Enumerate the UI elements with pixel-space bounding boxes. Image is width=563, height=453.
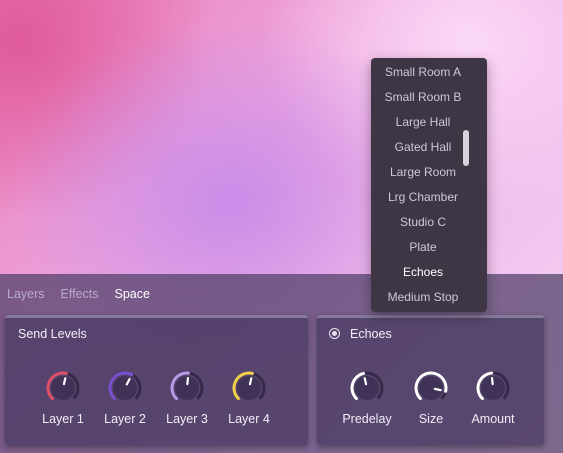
- layer-1-label: Layer 1: [42, 412, 84, 426]
- dropdown-item[interactable]: Small Room A: [371, 65, 475, 79]
- knob-pointer: [433, 387, 442, 392]
- amount-label: Amount: [471, 412, 515, 426]
- knob-body: [237, 376, 261, 400]
- layer-2-knob-group: Layer 2: [95, 370, 155, 426]
- tab-space[interactable]: Space: [115, 287, 150, 301]
- layer-2-label: Layer 2: [104, 412, 146, 426]
- layer-1-knob[interactable]: [45, 370, 81, 406]
- layer-3-label: Layer 3: [166, 412, 208, 426]
- layer-3-knob-group: Layer 3: [157, 370, 217, 426]
- dropdown-item[interactable]: Plate: [371, 240, 475, 254]
- size-knob[interactable]: [413, 370, 449, 406]
- dropdown-scrollbar[interactable]: [463, 130, 469, 166]
- echoes-title: Echoes: [350, 327, 392, 341]
- dropdown-item[interactable]: Gated Hall: [371, 140, 475, 154]
- echoes-enable-radio[interactable]: [329, 328, 340, 339]
- send-levels-card: Send Levels Layer 1 Layer 2 Layer 3 Laye…: [5, 315, 308, 445]
- knob-pointer: [62, 377, 67, 386]
- layer-2-knob[interactable]: [107, 370, 143, 406]
- send-levels-title: Send Levels: [18, 327, 87, 341]
- tab-effects[interactable]: Effects: [61, 287, 99, 301]
- knob-pointer: [363, 377, 368, 386]
- knob-body: [51, 376, 75, 400]
- predelay-knob-group: Predelay: [337, 370, 397, 426]
- tab-layers[interactable]: Layers: [7, 287, 45, 301]
- knob-pointer: [186, 376, 190, 386]
- predelay-label: Predelay: [342, 412, 392, 426]
- dropdown-item[interactable]: Medium Stop: [371, 290, 475, 304]
- dropdown-item[interactable]: Large Hall: [371, 115, 475, 129]
- knob-pointer: [490, 376, 494, 386]
- layer-4-label: Layer 4: [228, 412, 270, 426]
- layer-4-knob[interactable]: [231, 370, 267, 406]
- size-label: Size: [418, 412, 444, 426]
- layer-1-knob-group: Layer 1: [33, 370, 93, 426]
- tab-bar: Layers Effects Space: [7, 287, 150, 301]
- knob-body: [355, 376, 379, 400]
- dropdown-item[interactable]: Large Room: [371, 165, 475, 179]
- size-knob-group: Size: [401, 370, 461, 426]
- echoes-card: Echoes Predelay Size Amount: [317, 315, 544, 445]
- dropdown-item[interactable]: Small Room B: [371, 90, 475, 104]
- knob-pointer: [248, 377, 253, 386]
- layer-3-knob[interactable]: [169, 370, 205, 406]
- dropdown-item-selected[interactable]: Echoes: [371, 265, 475, 279]
- amount-knob-group: Amount: [463, 370, 523, 426]
- knob-body: [419, 376, 443, 400]
- dropdown-item[interactable]: Studio C: [371, 215, 475, 229]
- amount-knob[interactable]: [475, 370, 511, 406]
- predelay-knob[interactable]: [349, 370, 385, 406]
- layer-4-knob-group: Layer 4: [219, 370, 279, 426]
- space-preset-dropdown: Small Room A Small Room B Large Hall Gat…: [371, 58, 487, 312]
- knob-body: [113, 376, 137, 400]
- dropdown-item[interactable]: Lrg Chamber: [371, 190, 475, 204]
